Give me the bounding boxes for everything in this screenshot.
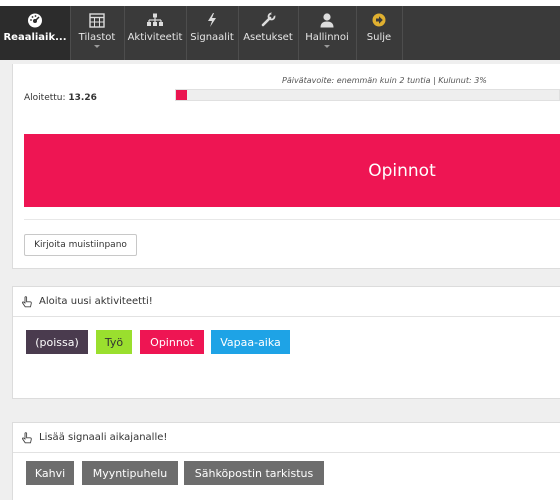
calendar-icon [89,13,105,28]
start-activity-header: Aloita uusi aktiviteetti! [13,287,560,317]
signal-button-coffee[interactable]: Kahvi [26,461,74,485]
nav-divider [124,6,125,60]
nav-item-close[interactable]: Sulje [358,6,400,60]
current-activity-label: Opinnot [368,160,436,181]
nav-label: Reaaliaik... [3,32,67,43]
signal-button-sales-call[interactable]: Myyntipuhelu [82,461,178,485]
hand-pointer-icon [22,431,32,443]
chevron-down-icon [324,45,330,48]
started-time-value: 13.26 [68,93,97,103]
nav-label: Sulje [366,32,392,43]
top-navigation: Reaaliaik... Tilastot Aktiviteetit Signa… [0,0,560,60]
nav-item-manage[interactable]: Hallinnoi [300,6,354,60]
started-label: Aloitettu: [24,93,66,103]
user-icon [320,13,334,28]
signals-title: Lisää signaali aikajanalle! [39,432,168,443]
nav-label: Asetukset [243,32,293,43]
activity-button-free-time[interactable]: Vapaa-aika [211,330,290,354]
nav-item-settings[interactable]: Asetukset [240,6,296,60]
signal-button-email-check[interactable]: Sähköpostin tarkistus [184,461,324,485]
nav-item-statistics[interactable]: Tilastot [72,6,122,60]
nav-label: Hallinnoi [305,32,349,43]
nav-item-realtime[interactable]: Reaaliaik... [0,6,70,60]
nav-divider [70,6,71,60]
started-time: Aloitettu: 13.26 [24,93,97,103]
nav-label: Tilastot [78,32,116,43]
nav-divider [186,6,187,60]
wrench-icon [261,12,276,27]
bolt-icon [208,13,216,27]
signals-header: Lisää signaali aikajanalle! [13,423,560,453]
nav-divider [298,6,299,60]
write-note-button[interactable]: Kirjoita muistiinpano [24,234,137,256]
nav-label: Signaalit [190,32,234,43]
dashboard-icon [28,13,42,28]
progress-fill [176,90,188,100]
activity-button-studies[interactable]: Opinnot [140,330,204,354]
nav-divider [356,6,357,60]
sitemap-icon [147,13,163,26]
exit-circle-icon [372,13,386,27]
panel-divider [24,219,560,220]
nav-divider [238,6,239,60]
nav-item-signals[interactable]: Signaalit [188,6,236,60]
current-activity-banner[interactable]: Opinnot [24,134,560,207]
activity-button-work[interactable]: Työ [96,330,132,354]
chevron-down-icon [94,45,100,48]
daily-progress-bar [175,89,560,101]
start-activity-title: Aloita uusi aktiviteetti! [39,296,153,307]
nav-label: Aktiviteetit [127,32,183,43]
activity-button-absent[interactable]: (poissa) [26,330,88,354]
nav-item-activities[interactable]: Aktiviteetit [126,6,184,60]
daily-goal-text: Päivätavoite: enemmän kuin 2 tuntia | Ku… [282,76,487,85]
hand-pointer-icon [22,295,32,307]
nav-divider [402,6,403,60]
